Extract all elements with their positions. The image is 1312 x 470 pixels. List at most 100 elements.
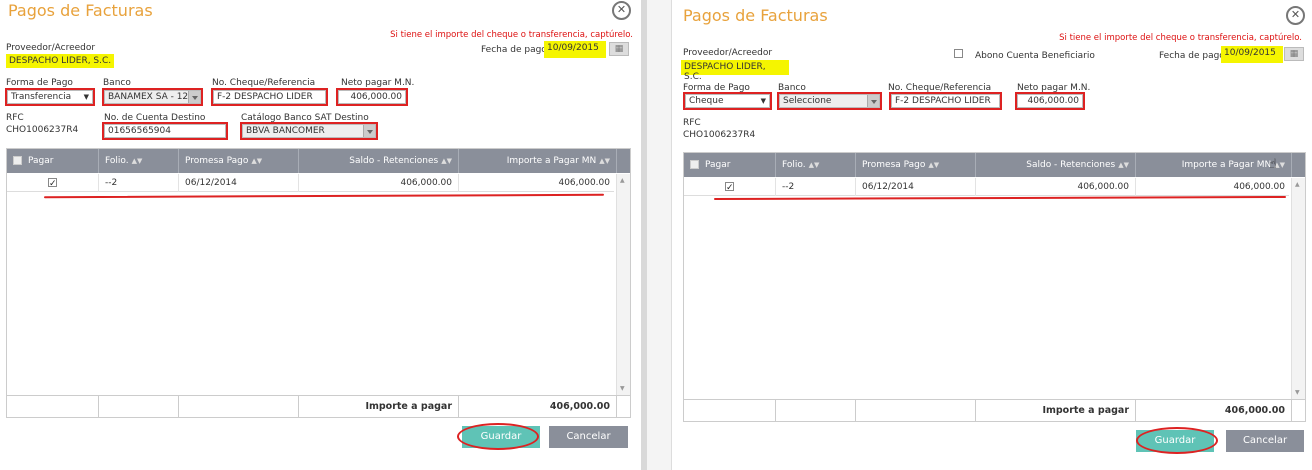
total-label: Importe a pagar (976, 400, 1136, 422)
scroll-down-icon[interactable]: ▼ (620, 385, 625, 392)
facturas-grid: Pagar Folio. ▲▼ Promesa Pago ▲▼ Saldo - Re… (683, 152, 1306, 422)
abono-checkbox[interactable] (954, 49, 963, 59)
banco-select[interactable]: Seleccione (777, 92, 882, 110)
scroll-down-icon[interactable]: ▼ (1295, 389, 1300, 396)
sort-icon: ▲▼ (808, 161, 820, 169)
close-icon[interactable]: ✕ (612, 1, 631, 20)
checkbox-icon[interactable] (48, 175, 57, 192)
grid-header: Pagar Folio. ▲▼ Promesa Pago ▲▼ Saldo - Re… (7, 149, 630, 173)
row-checkbox-cell (7, 174, 99, 192)
catalogo-banco-select[interactable]: BBVA BANCOMER (240, 122, 378, 140)
sort-icon: ▲▼ (1118, 161, 1129, 169)
promesa-cell: 06/12/2014 (856, 178, 976, 196)
dropdown-arrow-icon: ▼ (83, 93, 89, 101)
forma-pago-value: Cheque (689, 96, 724, 106)
cheque-label: No. Cheque/Referencia (888, 83, 992, 93)
importe-cell: 406,000.00 (459, 174, 617, 192)
fecha-pago-input[interactable]: 10/09/2015 (544, 41, 606, 58)
grid-footer: Importe a pagar 406,000.00 (7, 395, 630, 418)
checkbox-icon[interactable] (954, 49, 963, 58)
saldo-cell: 406,000.00 (299, 174, 459, 192)
left-dialog: Pagos de Facturas ✕ Si tiene el importe … (0, 0, 641, 470)
banco-value: Seleccione (783, 96, 832, 106)
cheque-referencia-input[interactable]: F-2 DESPACHO LIDER (889, 92, 1002, 110)
total-value: 406,000.00 (459, 396, 617, 418)
neto-label: Neto pagar M.N. (1017, 83, 1091, 93)
cancel-button[interactable]: Cancelar (1226, 430, 1304, 452)
calendar-icon[interactable]: ▦ (1284, 47, 1304, 61)
forma-pago-select[interactable]: Transferencia ▼ (5, 88, 95, 106)
fecha-label: Fecha de pago (481, 45, 547, 55)
proveedor-value: DESPACHO LIDER, S.C. (6, 54, 115, 68)
catalogo-label: Catálogo Banco SAT Destino (241, 113, 369, 123)
hand-cursor-icon: ☝ (1269, 157, 1277, 172)
row-checkbox-cell (684, 178, 776, 196)
column-promesa[interactable]: Promesa Pago ▲▼ (179, 149, 299, 173)
total-label: Importe a pagar (299, 396, 459, 418)
select-all-checkbox[interactable] (690, 160, 699, 169)
table-row[interactable]: --2 06/12/2014 406,000.00 406,000.00 (684, 178, 1292, 196)
abono-label: Abono Cuenta Beneficiario (975, 51, 1095, 61)
scroll-up-icon[interactable]: ▲ (1295, 181, 1300, 188)
calendar-icon[interactable]: ▦ (609, 42, 629, 56)
proveedor-value: DESPACHO LIDER, S.C. (681, 60, 789, 82)
column-pagar[interactable]: Pagar (7, 149, 99, 173)
cancel-button[interactable]: Cancelar (549, 426, 628, 448)
promesa-cell: 06/12/2014 (179, 174, 299, 192)
total-value: 406,000.00 (1136, 400, 1292, 422)
sort-icon: ▲▼ (928, 161, 940, 169)
banco-value: BANAMEX SA - 12... (108, 92, 197, 102)
column-importe[interactable]: Importe a Pagar MN ▲▼ (459, 149, 617, 173)
cheque-referencia-input[interactable]: F-2 DESPACHO LIDER (211, 88, 328, 106)
hint-text: Si tiene el importe del cheque o transfe… (390, 30, 633, 40)
grid-footer: Importe a pagar 406,000.00 (684, 399, 1305, 422)
column-pagar[interactable]: Pagar (684, 153, 776, 177)
checkbox-icon[interactable] (725, 179, 734, 196)
banco-label: Banco (778, 83, 806, 93)
annotation-circle (457, 423, 539, 450)
neto-pagar-input[interactable]: 406,000.00 (1015, 92, 1085, 110)
dropdown-arrow-icon (867, 95, 879, 107)
column-folio[interactable]: Folio. ▲▼ (776, 153, 856, 177)
background-strip (647, 0, 672, 470)
dialog-title: Pagos de Facturas (8, 1, 153, 20)
forma-pago-label: Forma de Pago (6, 78, 73, 88)
cuenta-destino-label: No. de Cuenta Destino (104, 113, 206, 123)
cuenta-destino-input[interactable]: 01656565904 (102, 122, 228, 140)
sort-icon: ▲▼ (441, 157, 452, 165)
banco-select[interactable]: BANAMEX SA - 12... (102, 88, 203, 106)
importe-cell: 406,000.00 (1136, 178, 1292, 196)
neto-pagar-input[interactable]: 406,000.00 (336, 88, 408, 106)
dialog-title: Pagos de Facturas (683, 6, 828, 25)
grid-scrollbar[interactable]: ▲ ▼ (1291, 178, 1305, 399)
catalogo-value: BBVA BANCOMER (246, 126, 325, 136)
saldo-cell: 406,000.00 (976, 178, 1136, 196)
column-folio[interactable]: Folio. ▲▼ (99, 149, 179, 173)
folio-cell: --2 (776, 178, 856, 196)
proveedor-label: Proveedor/Acreedor (683, 48, 773, 58)
select-all-checkbox[interactable] (13, 156, 22, 165)
column-promesa[interactable]: Promesa Pago ▲▼ (856, 153, 976, 177)
proveedor-label: Proveedor/Acreedor (6, 43, 96, 53)
right-dialog: Pagos de Facturas ✕ Si tiene el importe … (672, 0, 1312, 470)
dropdown-arrow-icon (363, 125, 375, 137)
forma-pago-select[interactable]: Cheque ▼ (683, 92, 772, 110)
grid-scrollbar[interactable]: ▲ ▼ (616, 174, 630, 395)
grid-header: Pagar Folio. ▲▼ Promesa Pago ▲▼ Saldo - Re… (684, 153, 1305, 177)
sort-icon: ▲▼ (599, 157, 610, 165)
rfc-value: CHO1006237R4 (6, 125, 79, 135)
hint-text: Si tiene el importe del cheque o transfe… (1059, 33, 1302, 43)
forma-pago-label: Forma de Pago (683, 83, 750, 93)
banco-label: Banco (103, 78, 131, 88)
fecha-label: Fecha de pago (1159, 51, 1225, 61)
fecha-pago-input[interactable]: 10/09/2015 (1221, 46, 1283, 63)
table-row[interactable]: --2 06/12/2014 406,000.00 406,000.00 (7, 174, 617, 192)
column-saldo[interactable]: Saldo - Retenciones ▲▼ (976, 153, 1136, 177)
sort-icon: ▲▼ (251, 157, 263, 165)
facturas-grid: Pagar Folio. ▲▼ Promesa Pago ▲▼ Saldo - Re… (6, 148, 631, 418)
close-icon[interactable]: ✕ (1286, 6, 1305, 25)
scroll-up-icon[interactable]: ▲ (620, 177, 625, 184)
sort-icon: ▲▼ (131, 157, 143, 165)
dropdown-arrow-icon (188, 91, 200, 103)
column-saldo[interactable]: Saldo - Retenciones ▲▼ (299, 149, 459, 173)
